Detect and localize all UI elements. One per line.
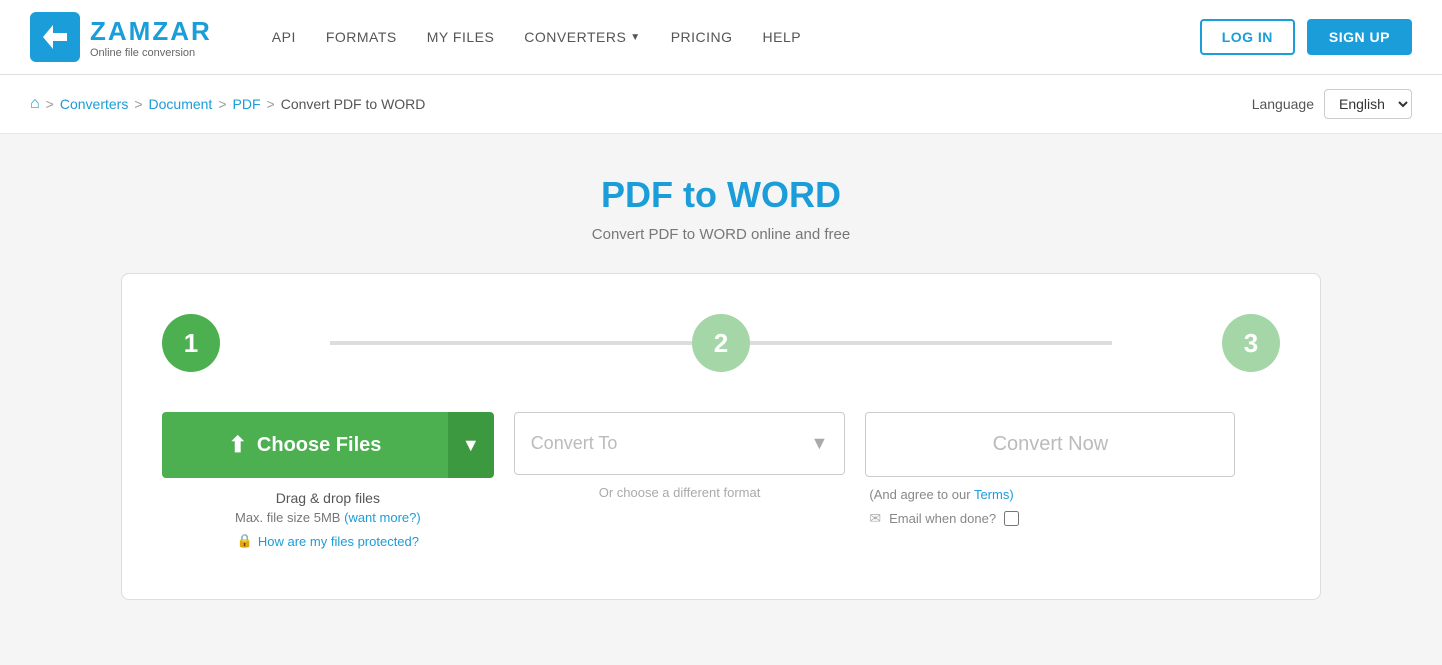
breadcrumb-sep3: > — [218, 96, 226, 112]
choose-files-button[interactable]: ⬆ Choose Files — [162, 412, 448, 478]
want-more-link[interactable]: (want more?) — [344, 510, 421, 525]
page-title: PDF to WORD — [601, 174, 841, 216]
step-1-circle: 1 — [162, 314, 220, 372]
terms-link[interactable]: Terms) — [974, 487, 1014, 502]
logo-title: ZAMZAR — [90, 16, 212, 47]
choose-files-chevron-icon: ▼ — [462, 435, 480, 456]
email-row: ✉ Email when done? — [865, 510, 1019, 527]
breadcrumb-sep2: > — [134, 96, 142, 112]
breadcrumb-home-link[interactable]: ⌂ — [30, 95, 40, 113]
main-nav: API FORMATS MY FILES CONVERTERS ▼ PRICIN… — [272, 29, 1200, 45]
steps-bar: 1 2 3 — [162, 314, 1280, 372]
nav-my-files[interactable]: MY FILES — [427, 29, 495, 45]
actions-row: ⬆ Choose Files ▼ Drag & drop files Max. … — [162, 412, 1280, 549]
breadcrumb: ⌂ > Converters > Document > PDF > Conver… — [30, 95, 425, 113]
logo[interactable]: ZAMZAR Online file conversion — [30, 12, 212, 62]
converter-card: 1 2 3 ⬆ Choose Files ▼ — [121, 273, 1321, 600]
language-label: Language — [1252, 96, 1314, 112]
breadcrumb-pdf-link[interactable]: PDF — [233, 96, 261, 112]
breadcrumb-current: Convert PDF to WORD — [281, 96, 426, 112]
lock-icon: 🔒 — [237, 533, 253, 549]
convert-to-dropdown[interactable]: Convert To ▼ — [514, 412, 846, 475]
nav-help[interactable]: HELP — [763, 29, 802, 45]
step-3-circle: 3 — [1222, 314, 1280, 372]
convert-now-section: Convert Now (And agree to our Terms) ✉ E… — [865, 412, 1280, 527]
breadcrumb-sep4: > — [267, 96, 275, 112]
logo-icon — [30, 12, 80, 62]
drag-drop-text: Drag & drop files — [276, 490, 380, 506]
file-size-text: Max. file size 5MB (want more?) — [235, 510, 421, 525]
nav-converters[interactable]: CONVERTERS ▼ — [524, 29, 640, 45]
upload-icon: ⬆ — [228, 432, 246, 458]
logo-subtitle: Online file conversion — [90, 47, 212, 59]
email-when-done-checkbox[interactable] — [1004, 511, 1019, 526]
convert-to-hint: Or choose a different format — [599, 485, 761, 500]
choose-files-dropdown-button[interactable]: ▼ — [448, 412, 494, 478]
terms-text: (And agree to our Terms) — [865, 487, 1013, 502]
convert-to-section: Convert To ▼ Or choose a different forma… — [514, 412, 846, 500]
language-area: Language English — [1252, 89, 1412, 119]
home-icon: ⌂ — [30, 95, 40, 112]
main-content: PDF to WORD Convert PDF to WORD online a… — [0, 134, 1442, 640]
convert-to-chevron-icon: ▼ — [811, 433, 829, 454]
nav-formats[interactable]: FORMATS — [326, 29, 397, 45]
breadcrumb-document-link[interactable]: Document — [149, 96, 213, 112]
file-protection-link[interactable]: 🔒 How are my files protected? — [237, 533, 419, 549]
converters-chevron-icon: ▼ — [630, 32, 640, 43]
breadcrumb-bar: ⌂ > Converters > Document > PDF > Conver… — [0, 75, 1442, 134]
step-2-circle: 2 — [692, 314, 750, 372]
nav-pricing[interactable]: PRICING — [671, 29, 733, 45]
page-subtitle: Convert PDF to WORD online and free — [592, 226, 850, 243]
header-actions: LOG IN SIGN UP — [1200, 19, 1412, 55]
language-select[interactable]: English — [1324, 89, 1412, 119]
signup-button[interactable]: SIGN UP — [1307, 19, 1412, 55]
choose-files-wrapper: ⬆ Choose Files ▼ — [162, 412, 494, 478]
breadcrumb-sep1: > — [46, 96, 54, 112]
nav-api[interactable]: API — [272, 29, 296, 45]
breadcrumb-converters-link[interactable]: Converters — [60, 96, 128, 112]
choose-files-section: ⬆ Choose Files ▼ Drag & drop files Max. … — [162, 412, 494, 549]
login-button[interactable]: LOG IN — [1200, 19, 1295, 55]
convert-now-button[interactable]: Convert Now — [865, 412, 1235, 477]
email-icon: ✉ — [869, 510, 881, 527]
